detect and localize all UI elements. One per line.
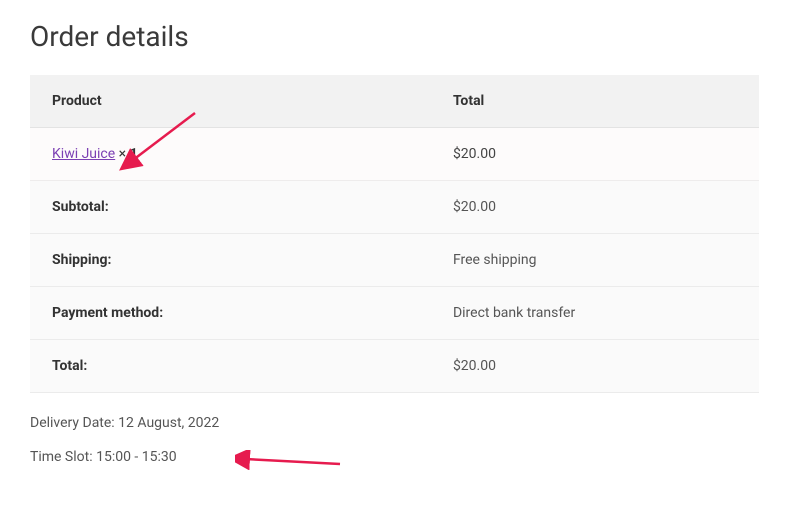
payment-method-row: Payment method: Direct bank transfer xyxy=(30,287,759,340)
shipping-label: Shipping: xyxy=(30,234,431,287)
total-row: Total: $20.00 xyxy=(30,340,759,393)
time-slot-value: 15:00 - 15:30 xyxy=(96,449,177,465)
column-header-product: Product xyxy=(30,75,431,128)
page-title: Order details xyxy=(30,20,759,53)
delivery-date-value: 12 August, 2022 xyxy=(118,415,219,431)
product-link[interactable]: Kiwi Juice xyxy=(52,146,115,162)
time-slot-line: Time Slot: 15:00 - 15:30 xyxy=(30,449,759,465)
total-label: Total: xyxy=(30,340,431,393)
subtotal-value: $20.00 xyxy=(431,181,759,234)
order-details-table: Product Total Kiwi Juice × 1 $20.00 Subt… xyxy=(30,75,759,393)
total-value: $20.00 xyxy=(431,340,759,393)
product-cell: Kiwi Juice × 1 xyxy=(30,128,431,181)
time-slot-label: Time Slot: xyxy=(30,449,96,465)
shipping-value: Free shipping xyxy=(431,234,759,287)
payment-method-label: Payment method: xyxy=(30,287,431,340)
delivery-date-line: Delivery Date: 12 August, 2022 xyxy=(30,415,759,431)
product-quantity: × 1 xyxy=(115,146,137,162)
payment-method-value: Direct bank transfer xyxy=(431,287,759,340)
table-header-row: Product Total xyxy=(30,75,759,128)
column-header-total: Total xyxy=(431,75,759,128)
subtotal-row: Subtotal: $20.00 xyxy=(30,181,759,234)
delivery-date-label: Delivery Date: xyxy=(30,415,118,431)
subtotal-label: Subtotal: xyxy=(30,181,431,234)
line-total-cell: $20.00 xyxy=(431,128,759,181)
table-row: Kiwi Juice × 1 $20.00 xyxy=(30,128,759,181)
shipping-row: Shipping: Free shipping xyxy=(30,234,759,287)
